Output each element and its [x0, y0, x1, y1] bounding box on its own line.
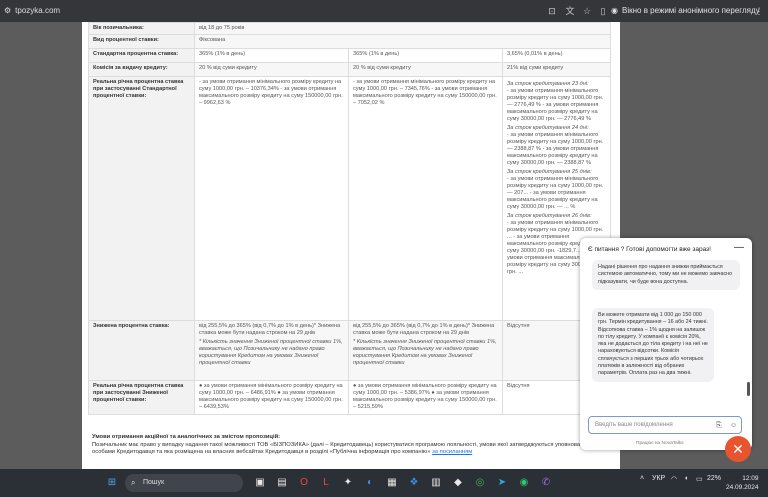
- cell-note: * Кількість значення Зниженої процентної…: [353, 338, 497, 366]
- cell: 20 % від суми кредиту: [348, 62, 503, 77]
- promo-link[interactable]: за посиланням: [432, 449, 472, 455]
- cell-note: * Кількість значення Зниженої процентної…: [199, 338, 343, 366]
- cell: від 18 до 75 років: [193, 22, 612, 35]
- wifi-icon[interactable]: ◠: [671, 475, 677, 483]
- search-icon: ⌕: [131, 478, 136, 487]
- chat-message: Надані рішення про надання знижки прийма…: [592, 260, 740, 290]
- browser-toolbar: ⚙ tpozyka.com ⊡ 文 ☆ ▯ ◉ Вікно в режимі а…: [0, 0, 768, 22]
- sidepanel-icon[interactable]: ▯: [596, 4, 610, 18]
- cell: 21% від суми кредиту: [501, 62, 612, 77]
- app-icon[interactable]: ◆: [448, 473, 468, 493]
- viber-icon[interactable]: ✆: [536, 473, 556, 493]
- opera-icon[interactable]: O: [294, 473, 314, 493]
- cell: ● за умови отримання мінімального розмір…: [194, 380, 349, 415]
- row-label: Знижена процентна ставка:: [88, 320, 195, 381]
- battery-icon[interactable]: ▭: [696, 475, 703, 483]
- chat-scrollbar[interactable]: [747, 382, 750, 396]
- loan-terms-table: Вік позичальника: від 18 до 75 років Вид…: [88, 22, 612, 415]
- table-row: Вік позичальника: від 18 до 75 років: [88, 22, 612, 35]
- cell-text: від 255,5% до 365% (від 0,7% до 1% в ден…: [353, 323, 495, 336]
- promo-title: Умови отримання акційної та аналогічних …: [92, 434, 281, 440]
- translate-icon[interactable]: 文: [563, 4, 577, 18]
- dropbox-icon[interactable]: ❖: [404, 473, 424, 493]
- row-label: Реальна річна процентна ставка при засто…: [88, 380, 195, 415]
- address-bar[interactable]: ⚙ tpozyka.com: [4, 4, 60, 18]
- promo-body: Позичальник має право у випадку надання …: [92, 441, 598, 456]
- cell-text: від 255,5% до 365% (від 0,7% до 1% в ден…: [199, 323, 341, 336]
- web-page: Вік позичальника: від 18 до 75 років Вид…: [0, 22, 768, 469]
- site-info-icon[interactable]: ⚙: [4, 4, 11, 18]
- attach-icon[interactable]: ⎘: [716, 422, 722, 430]
- store-icon[interactable]: ▦: [382, 473, 402, 493]
- app-icon[interactable]: ▥: [426, 473, 446, 493]
- minimize-icon[interactable]: —: [734, 242, 744, 253]
- explorer-icon[interactable]: ▤: [272, 473, 292, 493]
- task-view-icon[interactable]: ▣: [250, 473, 270, 493]
- term-title: За строк кредитування 25 днів:: [507, 168, 592, 175]
- row-label: Вид процентної ставки:: [88, 34, 195, 49]
- menu-icon[interactable]: ⋮: [752, 4, 766, 18]
- term-text: - за умови отримання мінімального розмір…: [507, 131, 604, 166]
- telegram-icon[interactable]: ➤: [492, 473, 512, 493]
- promo-conditions: Умови отримання акційної та аналогічних …: [92, 434, 612, 457]
- edge-icon[interactable]: ◐: [360, 473, 380, 493]
- table-row: Реальна річна процентна ставка при засто…: [88, 76, 612, 321]
- cell: 20 % від суми кредиту: [194, 62, 349, 77]
- incognito-indicator[interactable]: ◉ Вікно в режимі анонімного перегляду: [611, 4, 760, 18]
- term-text: - за умови отримання мінімального розмір…: [507, 175, 604, 210]
- lang-indicator[interactable]: УКР: [652, 475, 665, 482]
- table-row: Знижена процентна ставка: від 255,5% до …: [88, 320, 612, 381]
- chat-message: Ви можете отримати від 1 000 до 150 000 …: [592, 308, 714, 382]
- row-label: Вік позичальника:: [88, 22, 195, 35]
- term-text: - за умови отримання мінімального розмір…: [507, 87, 604, 122]
- cell: 365% (1% в день): [194, 48, 349, 63]
- term-title: За строк кредитування 26 днів:: [507, 212, 592, 219]
- cell: - за умови отримання мінімального розмір…: [348, 76, 503, 321]
- volume-icon[interactable]: ◖: [684, 475, 688, 482]
- incognito-icon: ◉: [611, 6, 618, 15]
- chat-header: Є питання ? Готові допомогти вже зараз!: [588, 246, 711, 253]
- term-title: За строк кредитування 24 дні:: [507, 124, 589, 131]
- cast-icon[interactable]: ⊡: [545, 4, 559, 18]
- tray-arrow-icon[interactable]: ˄: [640, 475, 644, 482]
- table-row: Реальна річна процентна ставка при засто…: [88, 380, 612, 415]
- row-label: Реальна річна процентна ставка при засто…: [88, 76, 195, 321]
- table-row: Вид процентної ставки: Фіксована: [88, 34, 612, 49]
- table-row: Стандартна процентна ставка: 365% (1% в …: [88, 48, 612, 63]
- powered-by: Працює на NovaTalks: [636, 441, 684, 446]
- cell: 365% (1% в день): [348, 48, 503, 63]
- url-text: tpozyka.com: [15, 6, 61, 15]
- cell: від 255,5% до 365% (від 0,7% до 1% в ден…: [348, 320, 503, 381]
- taskbar-search[interactable]: ⌕ Пошук: [125, 474, 243, 492]
- app-icon[interactable]: ◉: [514, 473, 534, 493]
- row-label: Стандартна процентна ставка:: [88, 48, 195, 63]
- cell: від 255,5% до 365% (від 0,7% до 1% в ден…: [194, 320, 349, 381]
- cell: 3,65% (0,01% в день): [501, 48, 612, 63]
- star-icon[interactable]: ☆: [580, 4, 594, 18]
- cell: - за умови отримання мінімального розмір…: [194, 76, 349, 321]
- chat-widget: Є питання ? Готові допомогти вже зараз! …: [580, 238, 752, 450]
- windows-start-icon[interactable]: ⊞: [102, 473, 122, 493]
- cell: Фіксована: [193, 34, 612, 49]
- taskbar: ⊞ ⌕ Пошук ▣ ▤ O L ✦ ◐ ▦ ❖ ▥ ◆ ◎ ➤ ◉ ✆ ˄ …: [0, 469, 768, 497]
- cell: ● за умови отримання мінімального розмір…: [348, 380, 503, 415]
- clock[interactable]: 12:09 24.09.2024: [726, 474, 759, 492]
- term-title: За строк кредитування 23 дні:: [507, 81, 589, 87]
- chrome-icon[interactable]: ◎: [470, 473, 490, 493]
- copilot-icon[interactable]: ✦: [338, 473, 358, 493]
- battery-percent: 22%: [707, 475, 722, 482]
- emoji-icon[interactable]: ☺: [730, 422, 737, 429]
- row-label: Комісія за видачу кредиту:: [88, 62, 195, 77]
- table-row: Комісія за видачу кредиту: 20 % від суми…: [88, 62, 612, 77]
- close-chat-button[interactable]: ✕: [725, 436, 751, 462]
- app-l-icon[interactable]: L: [316, 473, 336, 493]
